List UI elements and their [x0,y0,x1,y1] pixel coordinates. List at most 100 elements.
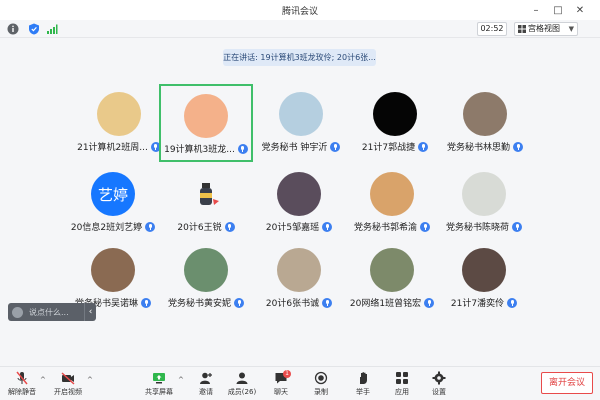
participant-tile[interactable]: 20计5邹嘉瑶 [252,164,346,242]
participant-tile[interactable]: 党务秘书陈晓荷 [437,164,531,242]
chat-label: 聊天 [274,388,288,396]
active-speaker-banner: 正在讲话: 19计算机3班龙玫伶; 20计6张... [223,49,376,66]
participant-tile[interactable]: 党务秘书郭希渝 [345,164,439,242]
members-label: 成员(26) [227,388,257,396]
title-bar: 腾讯会议 – □ ✕ [0,0,600,20]
avatar [277,248,321,292]
chevron-down-icon: ▼ [568,25,574,33]
raise-hand-label: 举手 [356,388,370,396]
leave-meeting-button[interactable]: 离开会议 [541,372,593,394]
avatar [373,92,417,136]
chat-unread-badge: 1 [283,370,291,378]
camera-off-icon [61,372,75,385]
microphone-icon [322,297,333,308]
avatar [184,172,228,216]
participant-tile[interactable]: 21计算机2班周... [72,84,166,162]
microphone-icon [322,221,333,232]
participant-name: 21计算机2班周... [77,143,148,153]
invite-button[interactable]: 邀请 [188,371,224,399]
gear-icon [432,371,446,385]
maximize-icon[interactable]: □ [550,2,566,18]
chat-input-placeholder[interactable]: 说点什么... [29,307,84,318]
members-button[interactable]: 成员(26) [224,371,260,399]
microphone-muted-icon [16,371,28,385]
microphone-icon [330,141,341,152]
participant-tile[interactable]: 20计6张书诚 [252,240,346,318]
participant-name: 20计6王锐 [177,223,222,233]
avatar [91,248,135,292]
avatar [184,94,228,138]
info-icon[interactable] [7,23,19,35]
participant-tile[interactable]: 19计算机3班龙... [159,84,253,162]
close-icon[interactable]: ✕ [572,2,588,18]
settings-label: 设置 [432,388,446,396]
participant-name: 党务秘书陈晓荷 [445,223,509,233]
chat-button[interactable]: 1 聊天 [263,370,299,399]
apps-button[interactable]: 应用 [384,371,420,399]
microphone-icon [424,297,435,308]
participant-tile[interactable]: 21计7潘奕伶 [437,240,531,318]
avatar-initials: 艺婷 [97,185,128,204]
meeting-timer: 02:52 [477,22,507,36]
record-button[interactable]: 录制 [303,371,339,399]
participant-name: 20计5邹嘉瑶 [265,223,320,233]
chat-input-bar[interactable]: 说点什么... ‹ [8,303,96,321]
grid-view-icon [518,25,526,33]
start-video-label: 开启视频 [54,388,82,396]
start-video-button[interactable]: 开启视频 [50,371,86,399]
settings-button[interactable]: 设置 [421,371,457,399]
participant-tile[interactable]: 艺婷 20信息2班刘艺婷 [66,164,160,242]
participant-tile[interactable]: 党务秘书黄安妮 [159,240,253,318]
collapse-arrow-icon[interactable]: ‹ [84,303,96,321]
participant-tile[interactable]: 党务秘书林思勤 [438,84,532,162]
record-icon [314,371,328,385]
participant-tile[interactable]: 党务秘书 钟宇沂 [254,84,348,162]
view-mode-label: 宫格视图 [528,24,560,33]
unmute-button[interactable]: 解除静音 [4,371,40,399]
view-mode-dropdown[interactable]: 宫格视图 ▼ [514,22,578,36]
avatar [462,248,506,292]
participant-name: 党务秘书 钟宇沂 [261,143,328,153]
meeting-toolbar: 解除静音 ^ 开启视频 ^ 共享屏幕 ^ 邀请 成员(26) 1 聊天 录制 举… [0,366,600,400]
share-screen-icon [153,373,165,384]
security-shield-icon[interactable] [28,23,40,35]
participant-tile[interactable]: 20网络1班曾铭宏 [345,240,439,318]
video-options-chevron-icon[interactable]: ^ [87,376,93,384]
participant-name: 党务秘书黄安妮 [167,299,231,309]
microphone-icon [141,297,151,308]
meeting-info-bar: 02:52 宫格视图 ▼ [0,20,600,38]
avatar [463,92,507,136]
participant-name: 21计7潘奕伶 [450,299,505,309]
avatar [277,172,321,216]
microphone-icon [420,221,430,232]
bottle-cartoon-icon [200,183,219,205]
participant-tile[interactable]: 20计6王锐 [159,164,253,242]
participant-name: 党务秘书林思勤 [446,143,510,153]
raise-hand-button[interactable]: 举手 [345,371,381,399]
microphone-icon [224,221,235,232]
microphone-icon [507,297,518,308]
avatar [279,92,323,136]
avatar: 艺婷 [91,172,135,216]
microphone-icon [145,221,156,232]
members-icon [236,372,248,384]
invite-label: 邀请 [199,388,213,396]
share-options-chevron-icon[interactable]: ^ [178,376,184,384]
share-screen-label: 共享屏幕 [145,388,173,396]
audio-options-chevron-icon[interactable]: ^ [40,376,46,384]
raise-hand-icon [360,372,367,384]
participant-name: 20计6张书诚 [265,299,320,309]
emoji-icon[interactable] [12,306,23,318]
minimize-icon[interactable]: – [528,2,544,18]
signal-strength-icon[interactable] [46,23,58,35]
microphone-icon [513,141,523,152]
share-screen-button[interactable]: 共享屏幕 [141,371,177,399]
avatar [97,92,141,136]
microphone-icon [418,141,429,152]
apps-grid-icon [396,372,408,384]
invite-icon [200,372,212,384]
participant-name: 19计算机3班龙... [164,145,235,155]
apps-label: 应用 [395,388,409,396]
participant-tile[interactable]: 21计7郭战捷 [348,84,442,162]
participant-name: 20网络1班曾铭宏 [349,299,422,309]
